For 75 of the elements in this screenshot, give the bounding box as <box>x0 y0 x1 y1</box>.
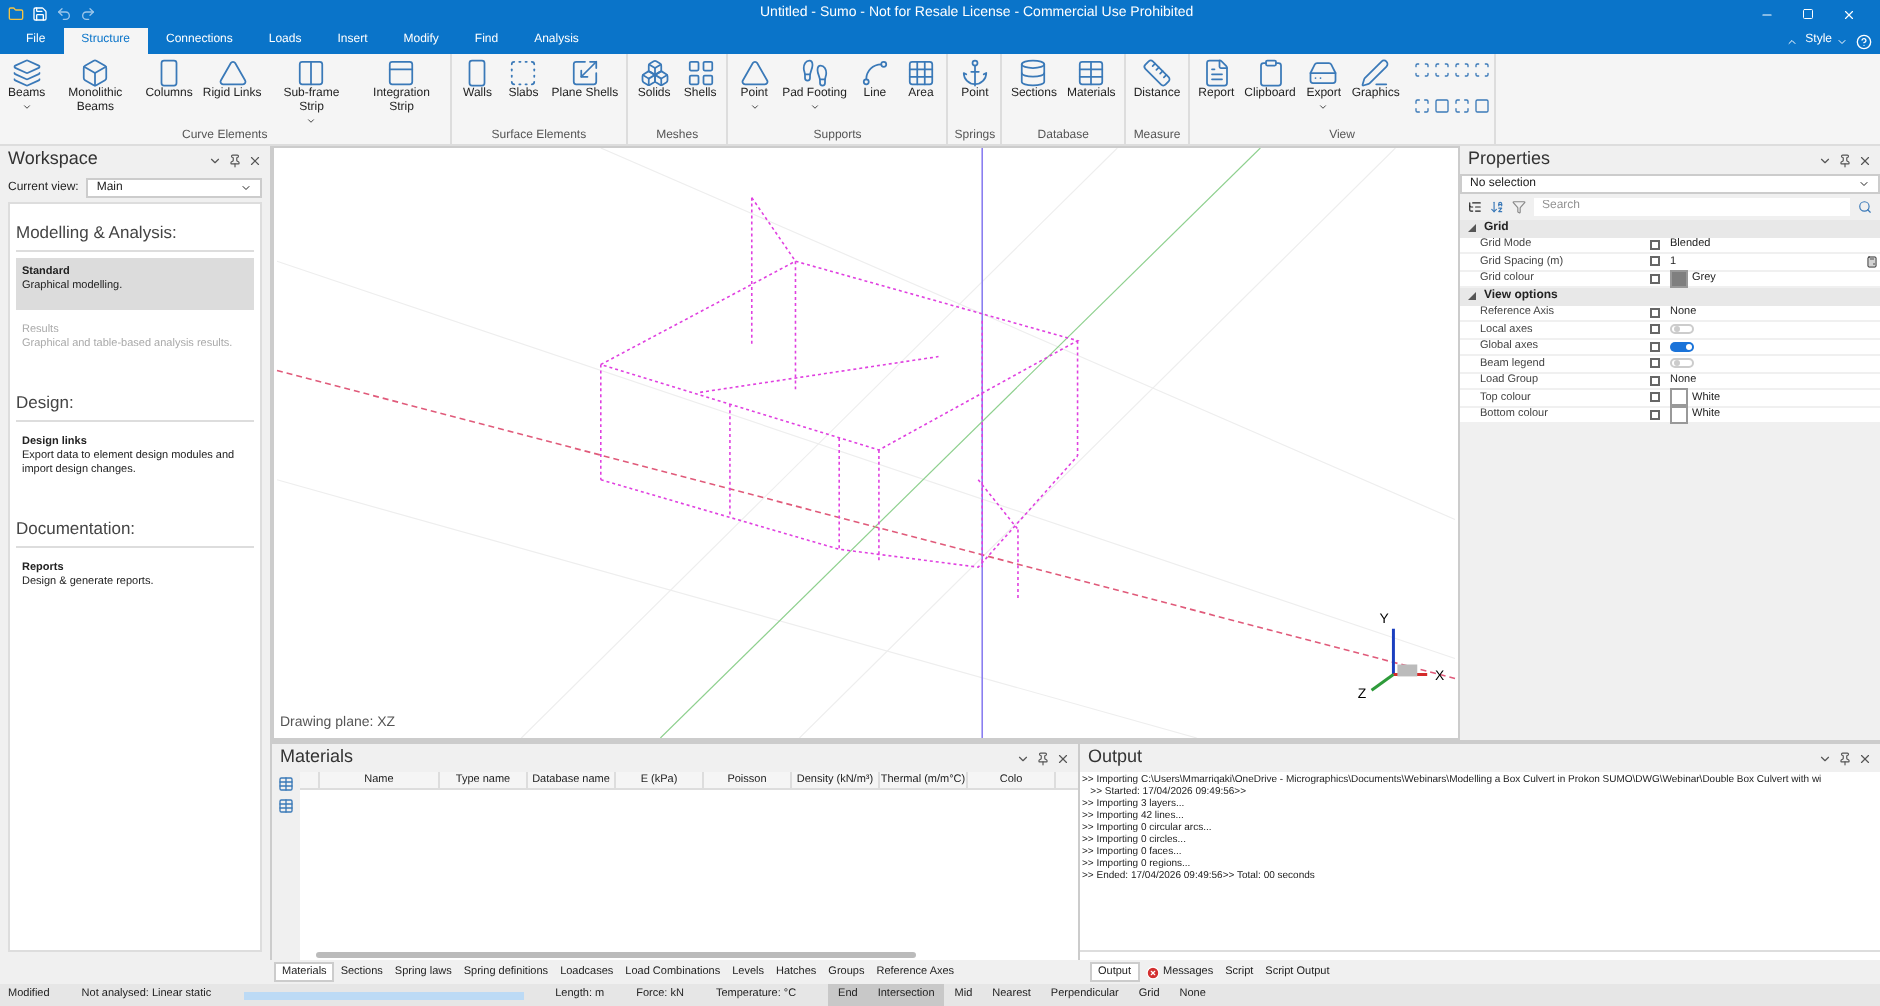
caret-icon <box>1318 102 1329 112</box>
close-icon[interactable] <box>1056 751 1070 765</box>
search-icon[interactable] <box>1858 200 1872 214</box>
scrollbar[interactable] <box>316 952 916 958</box>
caret-icon <box>240 182 252 194</box>
checkbox[interactable] <box>1650 324 1660 335</box>
checkbox[interactable] <box>1650 256 1660 267</box>
checkbox[interactable] <box>1650 239 1660 250</box>
caret-icon <box>21 102 32 112</box>
view-icon[interactable] <box>1433 97 1450 113</box>
panel-title: Materials <box>280 744 354 771</box>
clipboard-icon <box>1255 58 1286 88</box>
caret-icon <box>306 116 317 126</box>
toggle-switch[interactable] <box>1670 341 1694 352</box>
view-icon[interactable] <box>1473 97 1490 113</box>
sort-icon[interactable] <box>1490 200 1504 214</box>
toggle-switch[interactable] <box>1670 324 1694 335</box>
filter-icon[interactable] <box>1512 200 1526 214</box>
error-icon <box>1145 965 1160 979</box>
caret-icon <box>1858 178 1870 190</box>
save-icon[interactable] <box>32 6 48 22</box>
colour-swatch[interactable] <box>1670 269 1688 288</box>
shells-icon <box>685 58 716 88</box>
expand-icon[interactable] <box>1468 224 1476 233</box>
ruler-icon <box>1141 58 1172 88</box>
categorized-icon[interactable] <box>1468 200 1482 214</box>
dropdown-icon[interactable] <box>1818 153 1832 167</box>
checkbox[interactable] <box>1650 307 1660 318</box>
checkbox[interactable] <box>1650 392 1660 403</box>
dropdown-icon[interactable] <box>1016 751 1030 765</box>
checkbox[interactable] <box>1650 409 1660 420</box>
dropdown-icon[interactable] <box>208 153 222 167</box>
scrollbar[interactable] <box>1080 950 1880 960</box>
undo-icon[interactable] <box>56 6 72 22</box>
report-icon <box>1201 58 1232 88</box>
view-icon[interactable] <box>1433 62 1450 78</box>
section-heading: Documentation: <box>16 516 254 548</box>
axis-triad-drawing <box>1370 628 1428 692</box>
folder-icon[interactable] <box>8 6 24 22</box>
colour-swatch[interactable] <box>1670 388 1688 407</box>
view-icon[interactable] <box>1453 62 1470 78</box>
section-heading: Modelling & Analysis: <box>16 220 254 252</box>
checkbox[interactable] <box>1650 358 1660 369</box>
expand-icon[interactable] <box>1468 292 1476 301</box>
solids-icon <box>639 58 670 88</box>
close-icon[interactable] <box>248 153 262 167</box>
view-icon[interactable] <box>1413 62 1430 78</box>
pin-icon[interactable] <box>228 153 242 167</box>
pin-icon[interactable] <box>1036 751 1050 765</box>
view-icon[interactable] <box>1473 62 1490 78</box>
redo-icon[interactable] <box>80 6 96 22</box>
close-icon[interactable] <box>1858 751 1872 765</box>
view-icon[interactable] <box>1413 97 1430 113</box>
panel-title: Properties <box>1468 146 1551 173</box>
toggle-switch[interactable] <box>1670 358 1694 369</box>
table-icon[interactable] <box>278 776 294 792</box>
pencil-icon <box>1360 58 1391 88</box>
view-icon[interactable] <box>1453 97 1470 113</box>
table-icon[interactable] <box>278 798 294 814</box>
panel-title: Workspace <box>8 146 98 173</box>
checkbox[interactable] <box>1650 341 1660 352</box>
close-icon[interactable] <box>1858 153 1872 167</box>
help-icon[interactable] <box>1856 33 1872 49</box>
pin-icon[interactable] <box>1838 751 1852 765</box>
section-heading: Design: <box>16 390 254 422</box>
caret-icon <box>749 102 760 112</box>
caret-icon <box>809 102 820 112</box>
calculator-icon[interactable] <box>1866 255 1878 268</box>
dropdown-icon[interactable] <box>1818 751 1832 765</box>
panel-title: Output <box>1088 744 1143 771</box>
caret-icon <box>1836 35 1848 47</box>
pin-icon[interactable] <box>1838 153 1852 167</box>
checkbox[interactable] <box>1650 375 1660 386</box>
maximize-icon[interactable] <box>1802 7 1814 19</box>
checkbox[interactable] <box>1650 273 1660 284</box>
